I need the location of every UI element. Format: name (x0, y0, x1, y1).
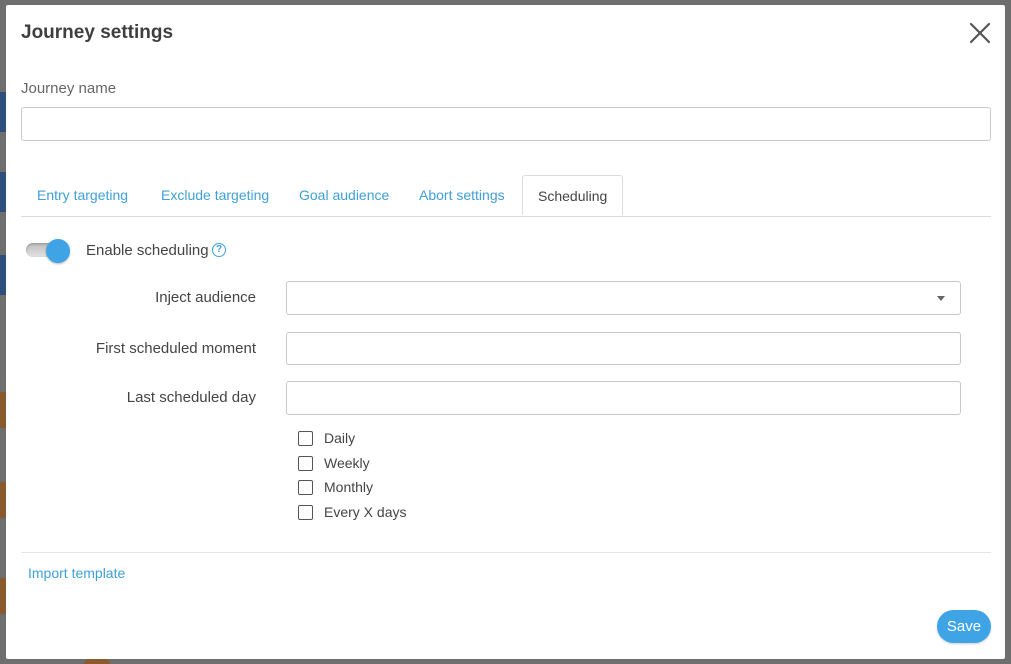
journey-name-input[interactable] (21, 107, 991, 141)
import-template-link[interactable]: Import template (28, 565, 125, 581)
tab-scheduling[interactable]: Scheduling (522, 175, 624, 215)
tab-abort-settings[interactable]: Abort settings (419, 175, 505, 215)
save-button[interactable]: Save (937, 610, 991, 643)
caret-down-icon (937, 296, 945, 301)
weekly-checkbox[interactable] (298, 456, 313, 471)
first-scheduled-moment-input[interactable] (286, 332, 961, 365)
journey-settings-dialog: Journey settings Journey name Entry targ… (6, 5, 1005, 659)
daily-label: Daily (324, 430, 356, 446)
first-scheduled-moment-label: First scheduled moment (95, 340, 256, 357)
help-icon[interactable]: ? (212, 243, 226, 257)
last-scheduled-day-label: Last scheduled day (126, 389, 256, 406)
last-scheduled-day-input[interactable] (286, 381, 961, 415)
tab-goal-audience[interactable]: Goal audience (299, 175, 389, 215)
close-icon (969, 22, 991, 44)
enable-scheduling-label: Enable scheduling (86, 242, 209, 259)
journey-name-label: Journey name (21, 80, 117, 97)
inject-audience-label: Inject audience (155, 289, 256, 306)
toggle-knob (46, 239, 70, 263)
settings-tabs: Entry targeting Exclude targeting Goal a… (21, 175, 991, 217)
tab-entry-targeting[interactable]: Entry targeting (37, 175, 128, 215)
enable-scheduling-toggle[interactable] (26, 239, 70, 263)
background-hint (84, 659, 110, 664)
footer-divider (21, 552, 991, 553)
monthly-label: Monthly (324, 479, 374, 495)
inject-audience-select[interactable] (286, 281, 961, 315)
monthly-checkbox[interactable] (298, 480, 313, 495)
every-x-days-checkbox[interactable] (298, 505, 313, 520)
daily-checkbox[interactable] (298, 431, 313, 446)
tab-exclude-targeting[interactable]: Exclude targeting (161, 175, 269, 215)
every-x-days-label: Every X days (324, 504, 407, 520)
close-button[interactable] (968, 21, 992, 45)
dialog-title: Journey settings (21, 22, 174, 43)
weekly-label: Weekly (324, 455, 370, 471)
